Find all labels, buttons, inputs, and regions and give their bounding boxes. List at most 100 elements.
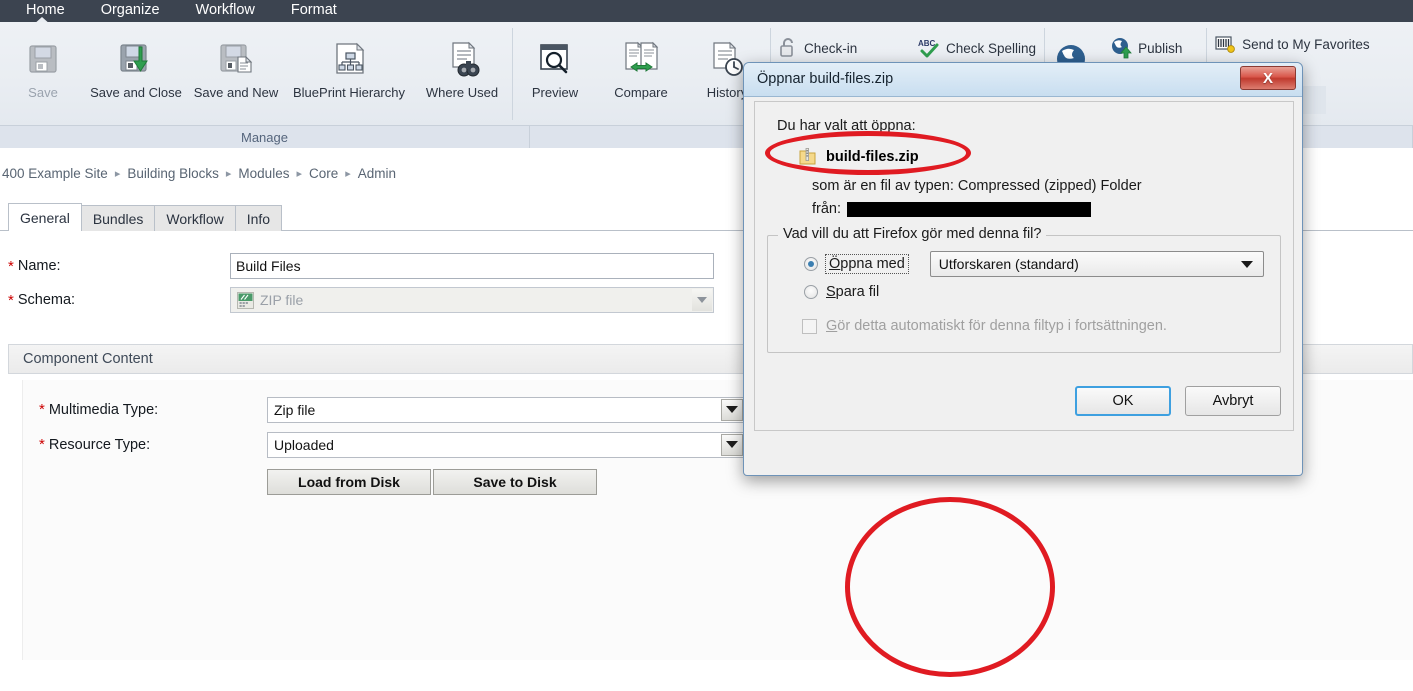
multimedia-type-value: Zip file — [274, 401, 316, 418]
multimedia-type-select[interactable]: Zip file — [267, 396, 745, 423]
ribbon-group-manage: Save Save and Close Save and New BluePri… — [0, 22, 512, 126]
tab-bundles[interactable]: Bundles — [80, 205, 156, 231]
auto-remember-label: Gör detta automatiskt för denna filtyp i… — [826, 318, 1167, 334]
save-and-close-icon — [116, 32, 156, 86]
save-and-new-icon — [216, 32, 256, 86]
unlock-icon — [778, 37, 798, 59]
name-input[interactable] — [230, 253, 714, 279]
compare-button[interactable]: Compare — [598, 28, 684, 104]
ribbon-menubar: Home Organize Workflow Format — [0, 0, 1413, 25]
breadcrumb-item-admin[interactable]: Admin — [358, 166, 396, 181]
name-field-label: * Name: — [8, 258, 230, 274]
menu-tab-organize[interactable]: Organize — [83, 0, 178, 22]
breadcrumb: 400 Example Site ▸ Building Blocks ▸ Mod… — [0, 163, 396, 183]
abc-spellcheck-icon: ABC — [918, 37, 940, 59]
ribbon-group-label-manage: Manage — [0, 126, 530, 148]
required-marker: * — [8, 291, 14, 309]
multimedia-type-label: * Multimedia Type: — [39, 402, 267, 418]
publish-button[interactable]: Publish — [1102, 34, 1206, 62]
svg-text:ABC: ABC — [918, 39, 936, 48]
send-to-my-favorites-button[interactable]: Send to My Favorites — [1206, 30, 1378, 58]
publish-label: Publish — [1138, 40, 1183, 56]
zip-folder-icon — [799, 147, 817, 167]
save-and-close-button[interactable]: Save and Close — [86, 28, 186, 104]
tab-workflow[interactable]: Workflow — [154, 205, 236, 231]
schema-field-label: * Schema: — [8, 292, 230, 308]
auto-remember-row[interactable]: Gör detta automatiskt för denna filtyp i… — [780, 318, 1268, 334]
preview-magnifier-icon — [535, 32, 575, 86]
blueprint-hierarchy-button[interactable]: BluePrint Hierarchy — [286, 28, 412, 104]
auto-remember-checkbox[interactable] — [802, 318, 817, 334]
required-marker: * — [8, 257, 14, 275]
open-with-radio[interactable] — [804, 257, 818, 271]
history-clock-icon — [707, 32, 747, 86]
breadcrumb-item-modules[interactable]: Modules — [238, 166, 289, 181]
dialog-filename: build-files.zip — [826, 149, 919, 165]
dialog-cancel-button[interactable]: Avbryt — [1185, 386, 1281, 416]
zip-schema-icon — [237, 291, 254, 309]
dialog-content: Du har valt att öppna: build-files.zip s… — [754, 101, 1294, 431]
open-with-app-value: Utforskaren (standard) — [938, 256, 1079, 272]
component-content-title: Component Content — [23, 351, 153, 367]
save-file-row[interactable]: Spara fil — [780, 278, 1268, 306]
breadcrumb-separator-icon: ▸ — [345, 167, 351, 180]
tab-info[interactable]: Info — [234, 205, 283, 231]
save-button[interactable]: Save — [0, 28, 86, 104]
check-in-button[interactable]: Check-in — [770, 34, 910, 62]
open-with-label: Öppna med — [825, 254, 909, 274]
schema-select[interactable]: ZIP file — [230, 287, 714, 313]
dialog-titlebar: Öppnar build-files.zip X — [744, 63, 1302, 97]
menu-tab-workflow[interactable]: Workflow — [178, 0, 273, 22]
save-and-new-button[interactable]: Save and New — [186, 28, 286, 104]
dialog-question-label: Vad vill du att Firefox gör med denna fi… — [778, 226, 1047, 242]
resource-type-value: Uploaded — [274, 436, 334, 453]
open-with-row[interactable]: Öppna med Utforskaren (standard) — [780, 250, 1268, 278]
preview-label: Preview — [531, 85, 579, 100]
name-label-text: Name: — [17, 258, 61, 274]
where-used-binoculars-icon — [442, 32, 482, 86]
resource-type-dropdown-arrow-icon[interactable] — [721, 433, 743, 456]
breadcrumb-item-site[interactable]: 400 Example Site — [2, 166, 108, 181]
preview-button[interactable]: Preview — [512, 28, 598, 104]
dialog-from-label: från: — [812, 201, 842, 217]
dialog-footer: OK Avbryt — [1075, 386, 1281, 416]
dialog-file-row: build-files.zip — [777, 147, 1271, 167]
dialog-from-value-redacted — [847, 201, 1092, 217]
save-to-disk-button[interactable]: Save to Disk — [433, 469, 597, 495]
tab-general[interactable]: General — [8, 203, 82, 232]
breadcrumb-item-core[interactable]: Core — [309, 166, 338, 181]
breadcrumb-separator-icon: ▸ — [225, 167, 232, 180]
resource-type-select[interactable]: Uploaded — [267, 431, 745, 458]
multimedia-type-label-text: Multimedia Type: — [48, 401, 159, 418]
dialog-from-line: från: — [777, 201, 1271, 217]
history-label: History — [706, 85, 748, 100]
open-with-app-select[interactable]: Utforskaren (standard) — [929, 251, 1264, 277]
publish-arrow-globe-icon — [1110, 37, 1132, 59]
dialog-close-button[interactable]: X — [1240, 66, 1296, 90]
schema-label-text: Schema: — [17, 292, 76, 308]
breadcrumb-separator-icon: ▸ — [296, 167, 302, 180]
dialog-filetype-line: som är en fil av typen: Compressed (zipp… — [812, 178, 1142, 194]
check-in-label: Check-in — [804, 40, 858, 56]
dialog-title: Öppnar build-files.zip — [757, 71, 894, 87]
open-with-label-rest: ppna med — [840, 256, 905, 272]
schema-select-value: ZIP file — [260, 292, 304, 308]
save-file-radio[interactable] — [804, 285, 818, 299]
required-marker: * — [39, 401, 45, 418]
schema-dropdown-arrow-icon[interactable] — [692, 289, 712, 311]
where-used-button[interactable]: Where Used — [412, 28, 512, 104]
dialog-ok-button[interactable]: OK — [1075, 386, 1171, 416]
firefox-open-file-dialog: Öppnar build-files.zip X Du har valt att… — [743, 62, 1303, 476]
floppy-disk-icon — [24, 32, 62, 86]
check-spelling-label: Check Spelling — [946, 40, 1037, 56]
load-from-disk-button[interactable]: Load from Disk — [267, 469, 431, 495]
check-spelling-button[interactable]: ABC Check Spelling — [910, 34, 1044, 62]
menu-tab-format[interactable]: Format — [273, 0, 355, 22]
required-marker: * — [39, 436, 45, 453]
breadcrumb-item-building-blocks[interactable]: Building Blocks — [127, 166, 219, 181]
multimedia-type-dropdown-arrow-icon[interactable] — [721, 398, 743, 421]
application-window: Home Organize Workflow Format Save Save … — [0, 0, 1413, 691]
save-and-close-label: Save and Close — [90, 85, 182, 100]
compare-label: Compare — [614, 85, 668, 100]
open-with-dropdown-arrow-icon — [1240, 260, 1253, 268]
